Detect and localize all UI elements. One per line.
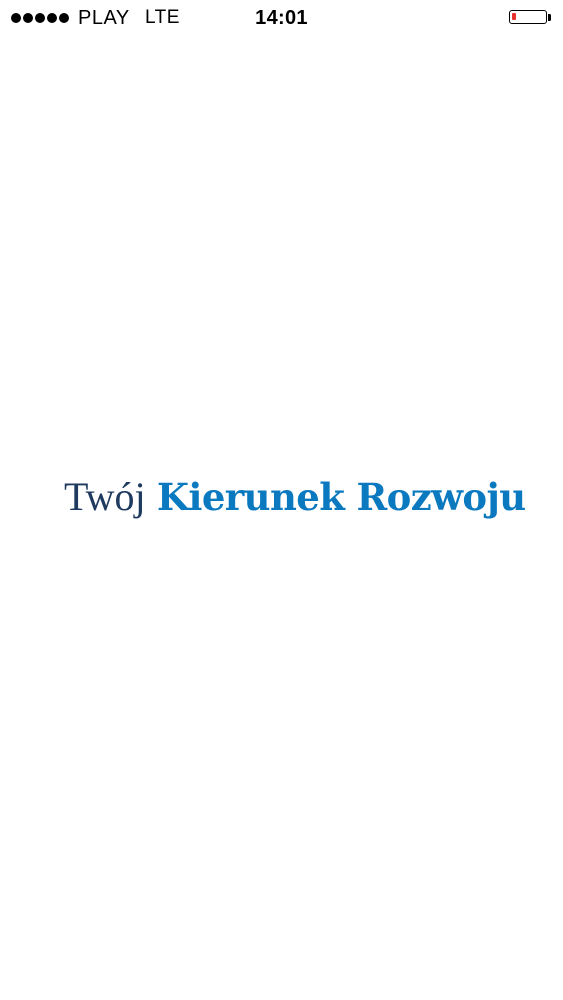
logo-words-kierunek-rozwoju: Kierunek Rozwoju: [156, 475, 526, 519]
battery-level: [512, 13, 516, 20]
status-bar: PLAY LTE 14:01: [0, 0, 563, 38]
battery-icon: [509, 10, 547, 24]
logo-word-twoj: Twój: [64, 474, 146, 519]
battery-nub: [548, 14, 551, 21]
status-time: 14:01: [255, 7, 308, 29]
app-logo: Twój Kierunek Rozwoju: [64, 472, 526, 523]
